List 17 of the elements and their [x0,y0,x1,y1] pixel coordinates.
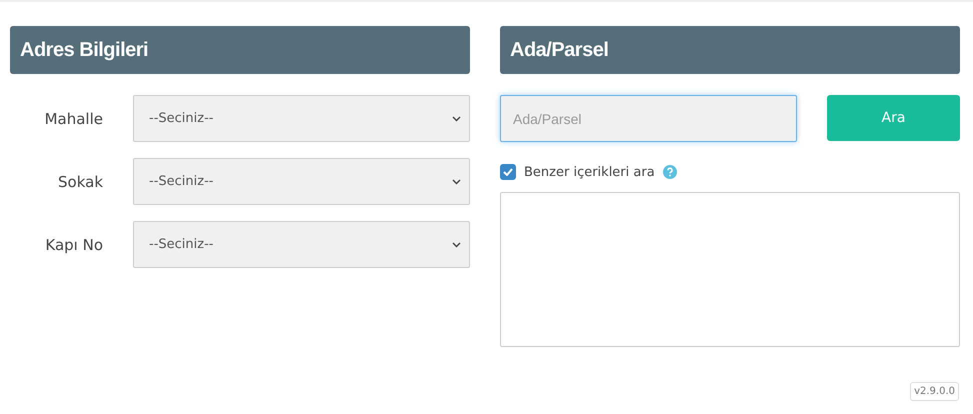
checkbox-label: Benzer içerikleri ara [524,164,655,180]
field-label: Sokak [57,172,103,190]
panel-header: Adres Bilgileri [10,26,470,74]
version-label: v2.9.0.0 [910,382,959,401]
dropdown[interactable]: --Seciniz-- [133,158,470,205]
field-label: Kapı No [44,236,103,254]
panel-header: Ada/Parsel [500,26,960,74]
chevron-down-icon [452,242,461,248]
checkbox[interactable] [500,164,516,180]
field-label: Mahalle [44,110,103,128]
help-icon[interactable] [662,165,677,179]
chevron-down-icon [452,178,461,184]
chevron-down-icon [452,116,461,122]
search-field[interactable]: Ada/Parsel [500,95,797,142]
check-icon [503,168,513,176]
dropdown[interactable]: --Seciniz-- [133,95,470,142]
dropdown[interactable]: --Seciniz-- [133,221,470,268]
